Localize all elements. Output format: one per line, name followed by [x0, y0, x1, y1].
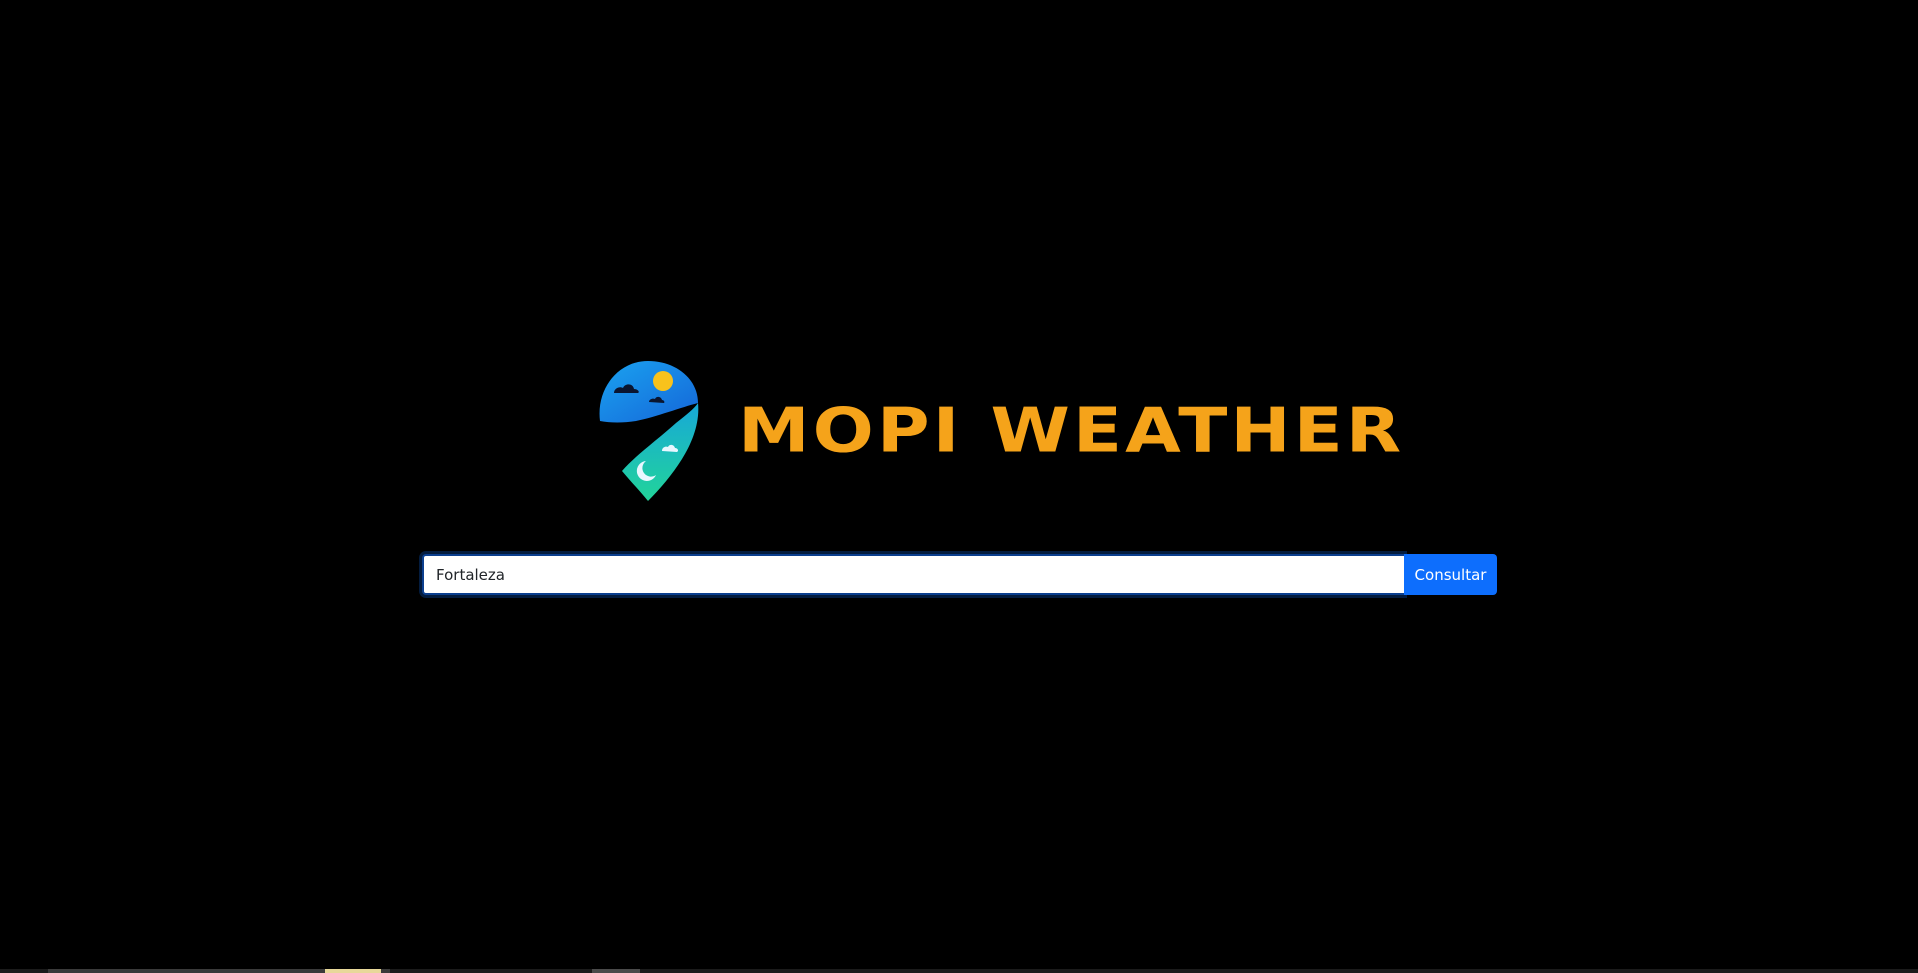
app-root: MOPI WEATHER Consultar [0, 0, 1918, 973]
strip-segment [592, 969, 640, 973]
brand-title: MOPI WEATHER [738, 393, 1405, 467]
bottom-strip [0, 969, 1918, 973]
city-search-input[interactable] [422, 554, 1404, 595]
location-pin-day-night-icon [599, 361, 699, 501]
city-search-form: Consultar [422, 554, 1497, 595]
consultar-button[interactable]: Consultar [1404, 554, 1497, 595]
strip-segment-highlight [325, 969, 381, 973]
brand-header: MOPI WEATHER [596, 358, 1404, 502]
